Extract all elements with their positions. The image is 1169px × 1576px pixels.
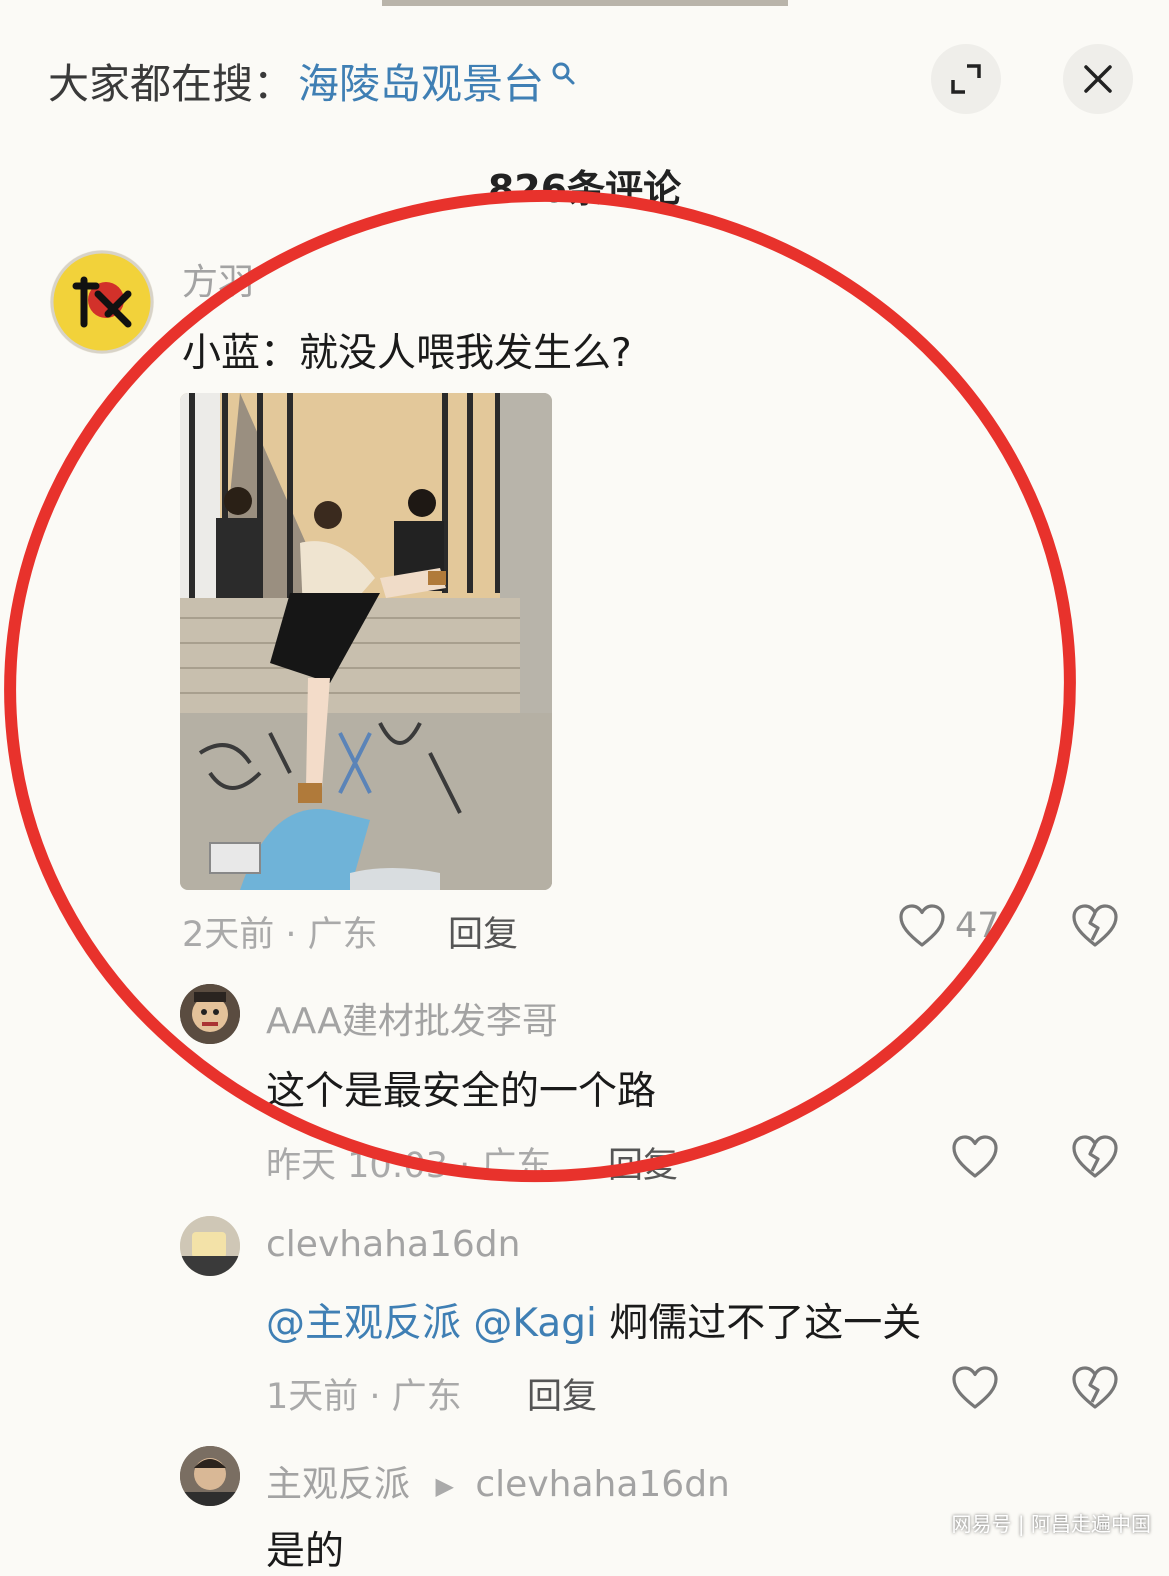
close-button[interactable] <box>1063 44 1133 114</box>
comment-count-title: 826条评论 <box>487 167 682 211</box>
comment-meta: 昨天 10:03 · 广东 <box>266 1146 552 1186</box>
reply-arrow-icon: ▶ <box>435 1472 454 1500</box>
heart-icon[interactable] <box>898 903 946 949</box>
avatar[interactable] <box>180 1446 240 1506</box>
search-icon <box>552 62 575 85</box>
reply-button[interactable]: 回复 <box>448 906 518 957</box>
search-query-link[interactable]: 海陵岛观景台 <box>298 50 544 110</box>
broken-heart-icon[interactable] <box>1071 1134 1119 1180</box>
photo-illustration <box>180 393 552 890</box>
avatar[interactable] <box>180 984 240 1044</box>
comment-username[interactable]: AAA建材批发李哥 <box>266 992 558 1044</box>
avatar[interactable] <box>180 1216 240 1276</box>
expand-icon <box>951 64 981 94</box>
avatar-face-icon <box>180 1446 240 1506</box>
heart-icon[interactable] <box>951 1134 999 1180</box>
like-count: 47 <box>955 906 1000 946</box>
comment-username[interactable]: 主观反派 ▶ clevhaha16dn <box>266 1455 730 1507</box>
broken-heart-icon[interactable] <box>1071 903 1119 949</box>
close-icon <box>1084 65 1112 93</box>
expand-button[interactable] <box>931 44 1001 114</box>
heart-icon[interactable] <box>951 1365 999 1411</box>
reply-button[interactable]: 回复 <box>527 1368 597 1419</box>
comment-body: 炯儒过不了这一关 <box>609 1301 922 1346</box>
search-prefix: 大家都在搜： <box>48 60 294 108</box>
comment-text: 小蓝：就没人喂我发生么? <box>182 331 632 376</box>
comment-username[interactable]: clevhaha16dn <box>266 1224 520 1265</box>
mention-link[interactable]: @主观反派 <box>266 1301 461 1346</box>
reply-author[interactable]: 主观反派 <box>266 1464 410 1505</box>
comment-photo[interactable] <box>180 393 552 890</box>
comment-text: 这个是最安全的一个路 <box>266 1069 657 1114</box>
comment-meta: 1天前 · 广东 <box>266 1377 462 1417</box>
comment-username[interactable]: 方羽 <box>182 253 254 305</box>
avatar-logo-icon <box>50 250 154 354</box>
reply-target[interactable]: clevhaha16dn <box>475 1464 729 1505</box>
mention-link[interactable]: @Kagi <box>473 1301 596 1346</box>
avatar[interactable] <box>50 250 154 354</box>
watermark: 网易号 | 阿昌走遍中国 <box>951 1512 1151 1536</box>
avatar-photo-icon <box>180 1216 240 1276</box>
comment-text: @主观反派 @Kagi 炯儒过不了这一关 <box>266 1292 921 1348</box>
comment-text: 是的 <box>266 1529 345 1574</box>
avatar-cartoon-icon <box>180 984 240 1044</box>
comment-meta: 2天前 · 广东 <box>182 915 378 955</box>
broken-heart-icon[interactable] <box>1071 1365 1119 1411</box>
search-suggestion[interactable]: 大家都在搜： 海陵岛观景台 <box>48 52 576 108</box>
reply-button[interactable]: 回复 <box>608 1137 678 1188</box>
